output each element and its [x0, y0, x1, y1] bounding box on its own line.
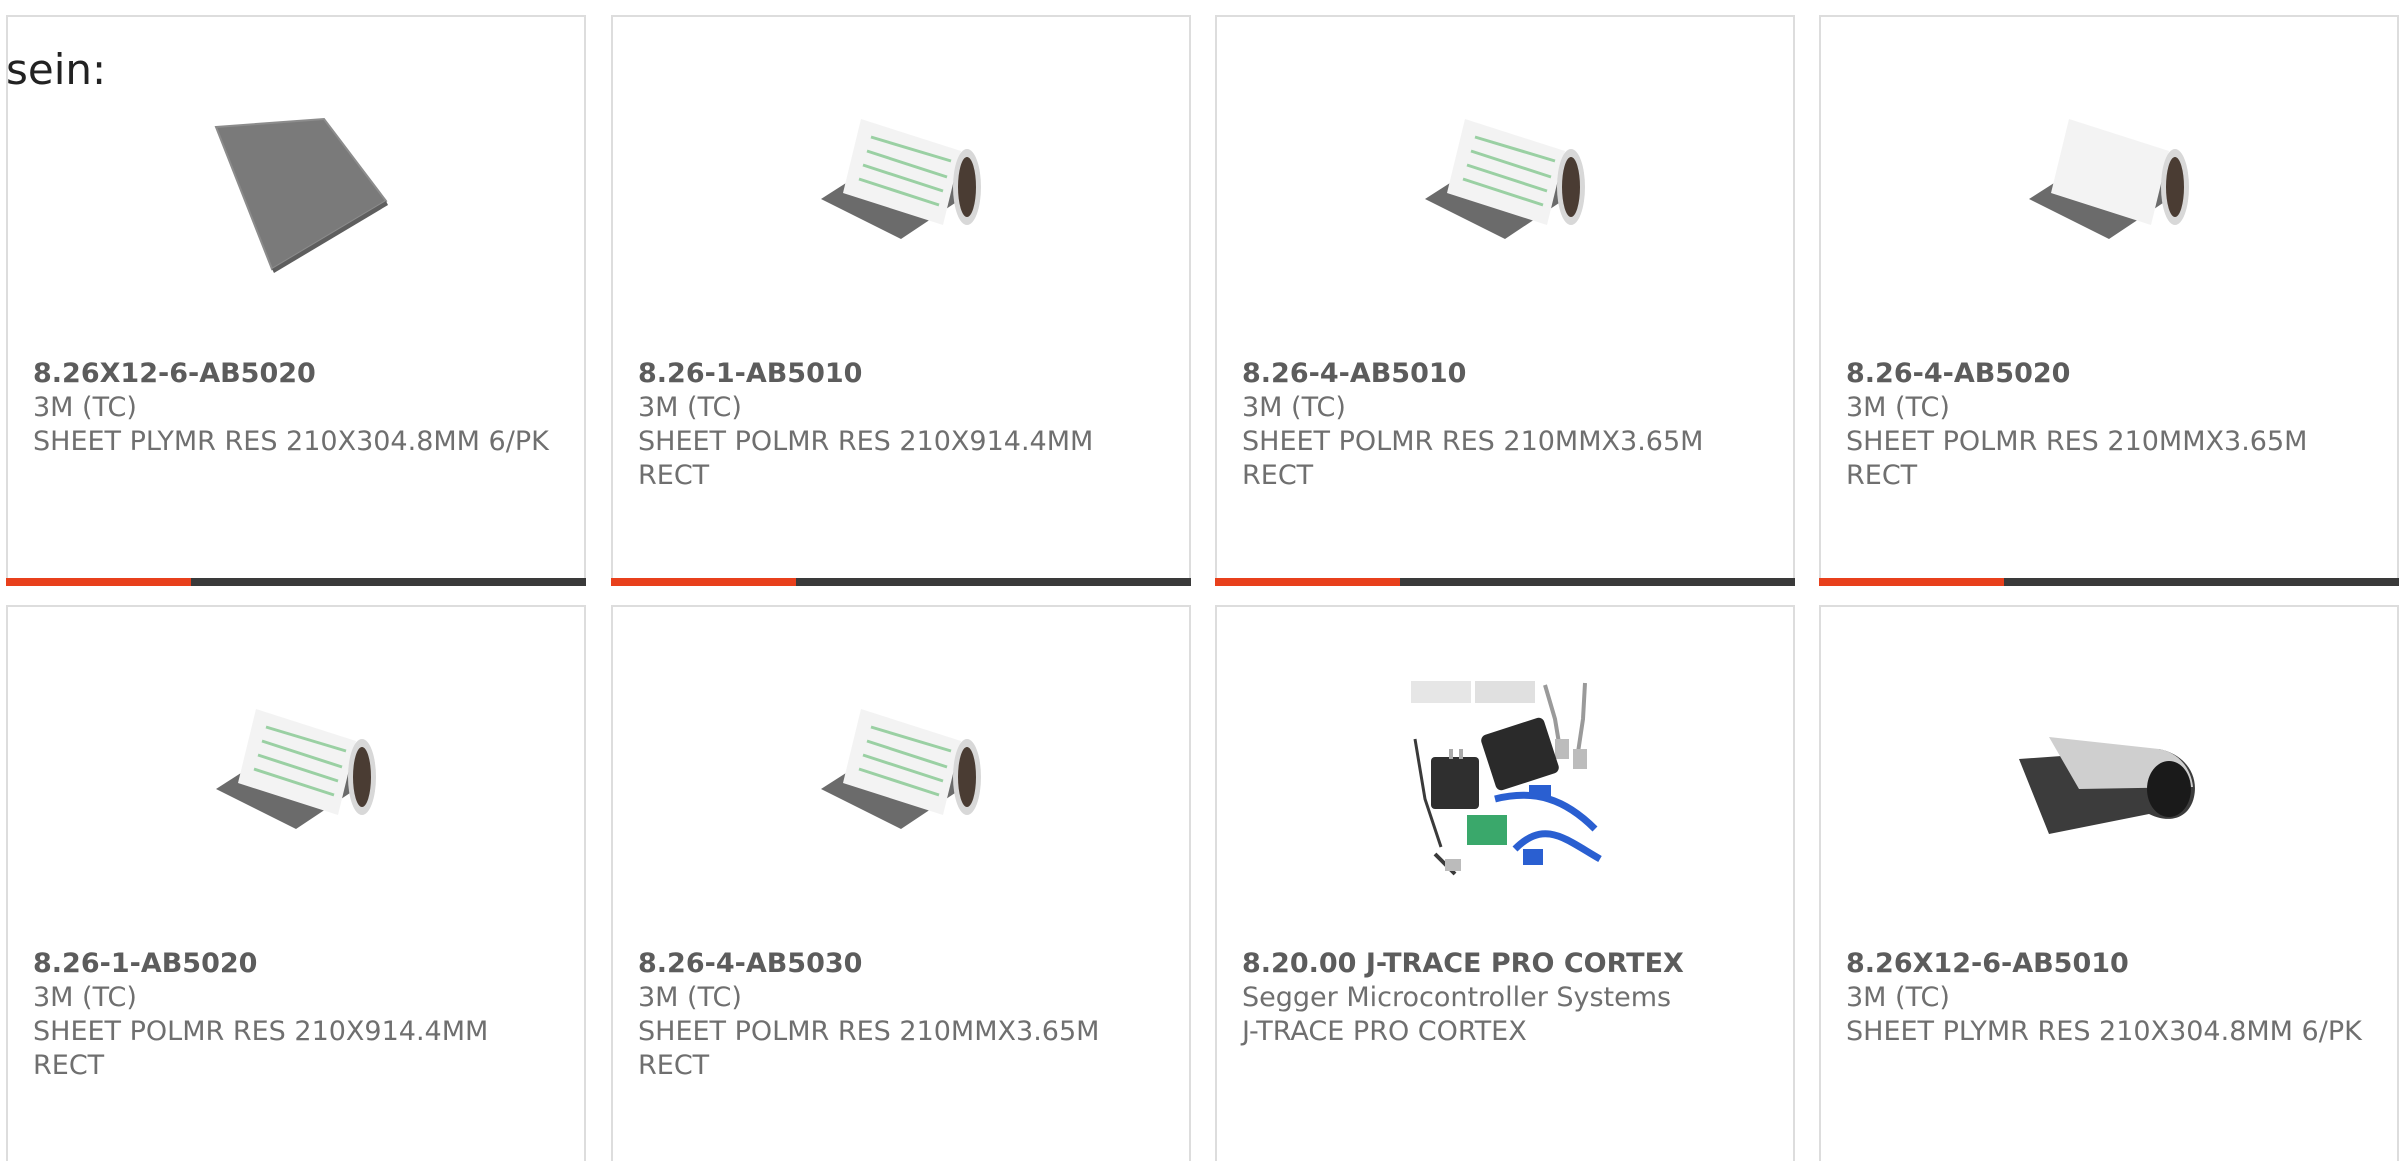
manufacturer: 3M (TC) — [1242, 392, 1346, 423]
description: SHEET POLMR RES 210X914.4MM RECT — [33, 1016, 489, 1081]
manufacturer: 3M (TC) — [1846, 392, 1950, 423]
description: J-TRACE PRO CORTEX — [1242, 1016, 1527, 1047]
card-accent — [1819, 578, 2004, 586]
manufacturer: 3M (TC) — [33, 392, 137, 423]
card-bottom-bar — [1819, 578, 2399, 586]
part-number[interactable]: 8.26-4-AB5010 — [1242, 357, 1773, 391]
manufacturer: 3M (TC) — [1846, 982, 1950, 1013]
part-number[interactable]: 8.20.00 J-TRACE PRO CORTEX — [1242, 947, 1773, 981]
section-heading: sein: — [6, 45, 107, 94]
curled-sheet-image[interactable] — [2009, 679, 2209, 879]
card-accent — [1215, 578, 1400, 586]
card-accent — [6, 578, 191, 586]
part-number[interactable]: 8.26-1-AB5020 — [33, 947, 564, 981]
card-bottom-bar — [1215, 578, 1795, 586]
description: SHEET POLMR RES 210MMX3.65M RECT — [638, 1016, 1100, 1081]
product-card[interactable]: 8.26-1-AB5020 3M (TC) SHEET POLMR RES 21… — [6, 605, 586, 1161]
product-card[interactable]: 8.20.00 J-TRACE PRO CORTEX Segger Microc… — [1215, 605, 1795, 1161]
manufacturer: Segger Microcontroller Systems — [1242, 982, 1672, 1013]
debug-probe-kit-image[interactable] — [1405, 679, 1605, 879]
part-number[interactable]: 8.26-4-AB5020 — [1846, 357, 2377, 391]
product-card[interactable]: 8.26-4-AB5020 3M (TC) SHEET POLMR RES 21… — [1819, 15, 2399, 586]
description: SHEET POLMR RES 210X914.4MM RECT — [638, 426, 1094, 491]
rolled-sheet-image[interactable] — [196, 679, 396, 879]
part-number[interactable]: 8.26-4-AB5030 — [638, 947, 1169, 981]
manufacturer: 3M (TC) — [638, 392, 742, 423]
rolled-sheet-image[interactable] — [2009, 89, 2209, 289]
product-card[interactable]: 8.26-4-AB5010 3M (TC) SHEET POLMR RES 21… — [1215, 15, 1795, 586]
description: SHEET POLMR RES 210MMX3.65M RECT — [1242, 426, 1704, 491]
description: SHEET POLMR RES 210MMX3.65M RECT — [1846, 426, 2308, 491]
card-accent — [611, 578, 796, 586]
part-number[interactable]: 8.26X12-6-AB5010 — [1846, 947, 2377, 981]
part-number[interactable]: 8.26X12-6-AB5020 — [33, 357, 564, 391]
description: SHEET PLYMR RES 210X304.8MM 6/PK — [33, 426, 549, 457]
card-bottom-bar — [6, 578, 586, 586]
description: SHEET PLYMR RES 210X304.8MM 6/PK — [1846, 1016, 2362, 1047]
product-grid-page: sein: 8.26X12-6-AB5020 3M (TC) SHEET PLY… — [0, 0, 2400, 1161]
manufacturer: 3M (TC) — [33, 982, 137, 1013]
part-number[interactable]: 8.26-1-AB5010 — [638, 357, 1169, 391]
flat-sheet-image[interactable] — [196, 89, 396, 289]
product-card[interactable]: 8.26-1-AB5010 3M (TC) SHEET POLMR RES 21… — [611, 15, 1191, 586]
product-card[interactable]: 8.26-4-AB5030 3M (TC) SHEET POLMR RES 21… — [611, 605, 1191, 1161]
rolled-sheet-image[interactable] — [801, 89, 1001, 289]
product-card[interactable]: 8.26X12-6-AB5010 3M (TC) SHEET PLYMR RES… — [1819, 605, 2399, 1161]
manufacturer: 3M (TC) — [638, 982, 742, 1013]
card-bottom-bar — [611, 578, 1191, 586]
rolled-sheet-image[interactable] — [1405, 89, 1605, 289]
rolled-sheet-image[interactable] — [801, 679, 1001, 879]
product-card[interactable]: 8.26X12-6-AB5020 3M (TC) SHEET PLYMR RES… — [6, 15, 586, 586]
